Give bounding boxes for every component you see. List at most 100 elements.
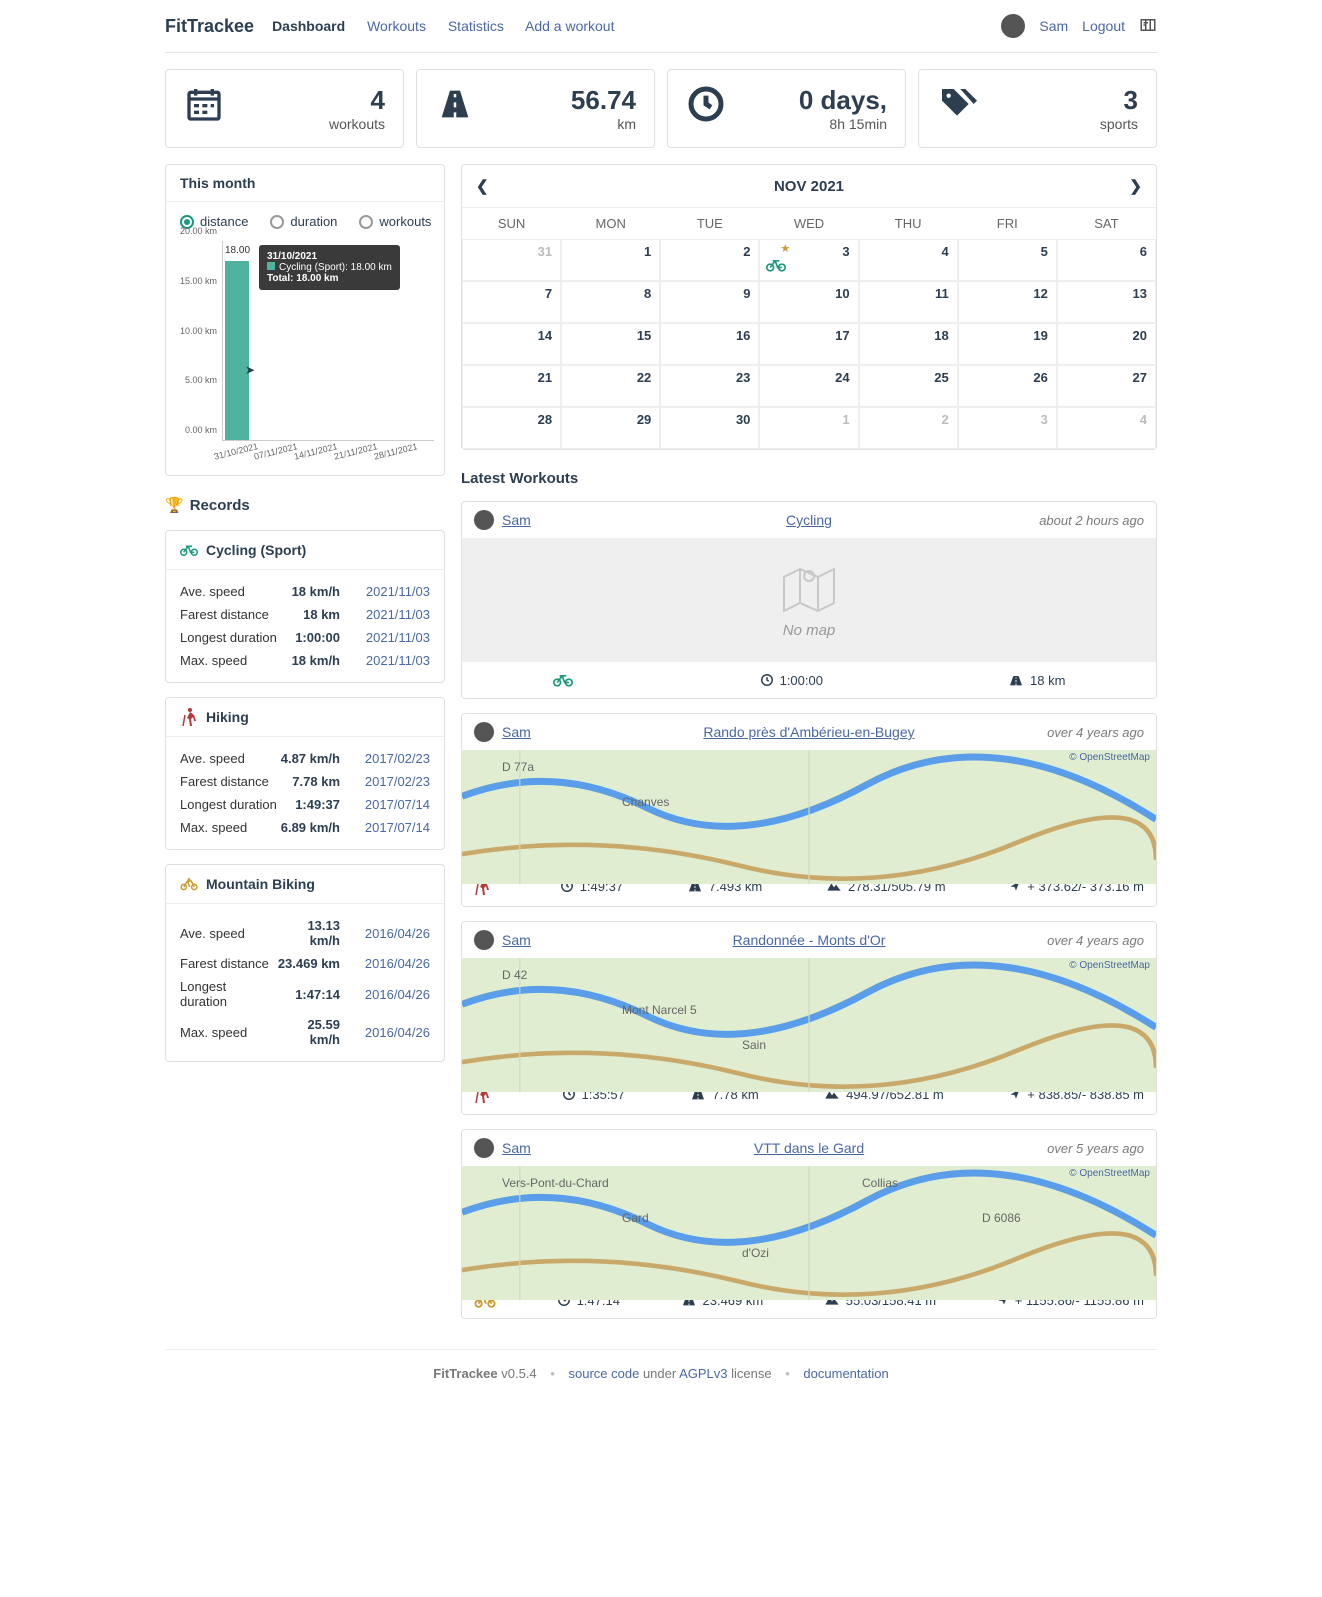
record-label: Farest distance [180, 770, 279, 793]
avatar[interactable] [474, 510, 494, 530]
workout-user-link[interactable]: Sam [502, 1140, 531, 1156]
next-month-button[interactable]: ❯ [1129, 177, 1142, 195]
workout-header: SamRandonnée - Monts d'Orover 4 years ag… [462, 922, 1156, 958]
calendar-day[interactable]: 15 [561, 323, 660, 365]
workout-map[interactable]: Vers-Pont-du-ChardGardd'OziColliasD 6086… [462, 1166, 1156, 1282]
osm-attribution[interactable]: © OpenStreetMap [1069, 752, 1150, 763]
record-label: Ave. speed [180, 914, 275, 952]
day-number: 2 [941, 412, 948, 427]
calendar-day[interactable]: 19 [958, 323, 1057, 365]
prev-month-button[interactable]: ❮ [476, 177, 489, 195]
calendar-day[interactable]: 8 [561, 281, 660, 323]
record-card: Cycling (Sport)Ave. speed18 km/h2021/11/… [165, 530, 445, 683]
calendar-day[interactable]: 7 [462, 281, 561, 323]
record-value: 1:47:14 [275, 975, 340, 1013]
record-date-link[interactable]: 2016/04/26 [365, 987, 430, 1002]
calendar-day[interactable]: 2 [660, 239, 759, 281]
footer: FitTrackee v0.5.4 • source code under AG… [165, 1349, 1157, 1381]
record-date-link[interactable]: 2016/04/26 [365, 1025, 430, 1040]
x-tick: 21/11/2021 [333, 441, 378, 461]
nav-dashboard[interactable]: Dashboard [272, 18, 345, 34]
workout-user-link[interactable]: Sam [502, 512, 531, 528]
calendar-day[interactable]: 25 [859, 365, 958, 407]
chart-bar[interactable]: 18.00 [225, 261, 249, 440]
calendar-day[interactable]: 16 [660, 323, 759, 365]
logout-link[interactable]: Logout [1082, 18, 1125, 34]
nav-add-workout[interactable]: Add a workout [525, 18, 615, 34]
calendar-day[interactable]: 17 [759, 323, 858, 365]
record-date-link[interactable]: 2021/11/03 [366, 584, 430, 599]
record-date-link[interactable]: 2021/11/03 [366, 607, 430, 622]
workout-map[interactable]: D 42Mont Narcel 5Sain© OpenStreetMap [462, 958, 1156, 1074]
workout-marker-icon[interactable] [766, 257, 786, 276]
calendar-day[interactable]: 18 [859, 323, 958, 365]
calendar-day[interactable]: 24 [759, 365, 858, 407]
stat-sports-value: 3 [1100, 85, 1138, 116]
day-number: 27 [1133, 370, 1147, 385]
calendar-day[interactable]: 3★ [759, 239, 858, 281]
workout-user-link[interactable]: Sam [502, 724, 531, 740]
footer-source-link[interactable]: source code [568, 1366, 639, 1381]
calendar-day[interactable]: 23 [660, 365, 759, 407]
record-row: Longest duration1:47:142016/04/26 [180, 975, 430, 1013]
record-date-link[interactable]: 2017/02/23 [365, 774, 430, 789]
sport-icon [180, 875, 198, 893]
workout-map[interactable]: D 77aChanves© OpenStreetMap [462, 750, 1156, 866]
calendar-day[interactable]: 9 [660, 281, 759, 323]
record-date-link[interactable]: 2016/04/26 [365, 956, 430, 971]
day-number: 15 [637, 328, 651, 343]
footer-license-link[interactable]: AGPLv3 [679, 1366, 727, 1381]
nav-statistics[interactable]: Statistics [448, 18, 504, 34]
calendar-day[interactable]: 29 [561, 407, 660, 449]
calendar-day[interactable]: 20 [1057, 323, 1156, 365]
avatar[interactable] [474, 1138, 494, 1158]
record-date-link[interactable]: 2021/11/03 [366, 630, 430, 645]
calendar-day[interactable]: 6 [1057, 239, 1156, 281]
calendar-day[interactable]: 5 [958, 239, 1057, 281]
calendar-day[interactable]: 10 [759, 281, 858, 323]
nav-workouts[interactable]: Workouts [367, 18, 426, 34]
osm-attribution[interactable]: © OpenStreetMap [1069, 960, 1150, 971]
calendar-day[interactable]: 11 [859, 281, 958, 323]
record-date-link[interactable]: 2017/02/23 [365, 751, 430, 766]
brand[interactable]: FitTrackee [165, 16, 254, 37]
record-date-link[interactable]: 2021/11/03 [366, 653, 430, 668]
calendar-day[interactable]: 13 [1057, 281, 1156, 323]
day-number: 23 [736, 370, 750, 385]
sport-icon [180, 708, 198, 726]
footer-doc-link[interactable]: documentation [803, 1366, 888, 1381]
record-label: Farest distance [180, 603, 287, 626]
osm-attribution[interactable]: © OpenStreetMap [1069, 1168, 1150, 1179]
workout-user-link[interactable]: Sam [502, 932, 531, 948]
workout-time-ago: over 4 years ago [1047, 933, 1144, 948]
calendar-day[interactable]: 3 [958, 407, 1057, 449]
calendar-day[interactable]: 2 [859, 407, 958, 449]
calendar-day[interactable]: 21 [462, 365, 561, 407]
avatar[interactable] [474, 722, 494, 742]
calendar-day[interactable]: 26 [958, 365, 1057, 407]
calendar-day[interactable]: 30 [660, 407, 759, 449]
calendar-day[interactable]: 1 [759, 407, 858, 449]
record-value: 23.469 km [275, 952, 340, 975]
language-icon[interactable] [1139, 16, 1157, 37]
avatar[interactable] [474, 930, 494, 950]
calendar-day[interactable]: 28 [462, 407, 561, 449]
avatar[interactable] [1001, 14, 1025, 38]
calendar-day[interactable]: 14 [462, 323, 561, 365]
calendar-day[interactable]: 31 [462, 239, 561, 281]
record-date-link[interactable]: 2017/07/14 [365, 820, 430, 835]
calendar-day[interactable]: 1 [561, 239, 660, 281]
user-name-link[interactable]: Sam [1039, 18, 1068, 34]
radio-duration[interactable]: duration [270, 214, 337, 229]
calendar-day[interactable]: 4 [1057, 407, 1156, 449]
record-date-link[interactable]: 2016/04/26 [365, 926, 430, 941]
topbar: FitTrackee Dashboard Workouts Statistics… [165, 0, 1157, 53]
radio-workouts[interactable]: workouts [359, 214, 431, 229]
stat-duration: 0 days,8h 15min [667, 69, 906, 148]
calendar-day[interactable]: 12 [958, 281, 1057, 323]
day-number: 3 [842, 244, 849, 259]
calendar-day[interactable]: 22 [561, 365, 660, 407]
calendar-day[interactable]: 4 [859, 239, 958, 281]
calendar-day[interactable]: 27 [1057, 365, 1156, 407]
record-date-link[interactable]: 2017/07/14 [365, 797, 430, 812]
